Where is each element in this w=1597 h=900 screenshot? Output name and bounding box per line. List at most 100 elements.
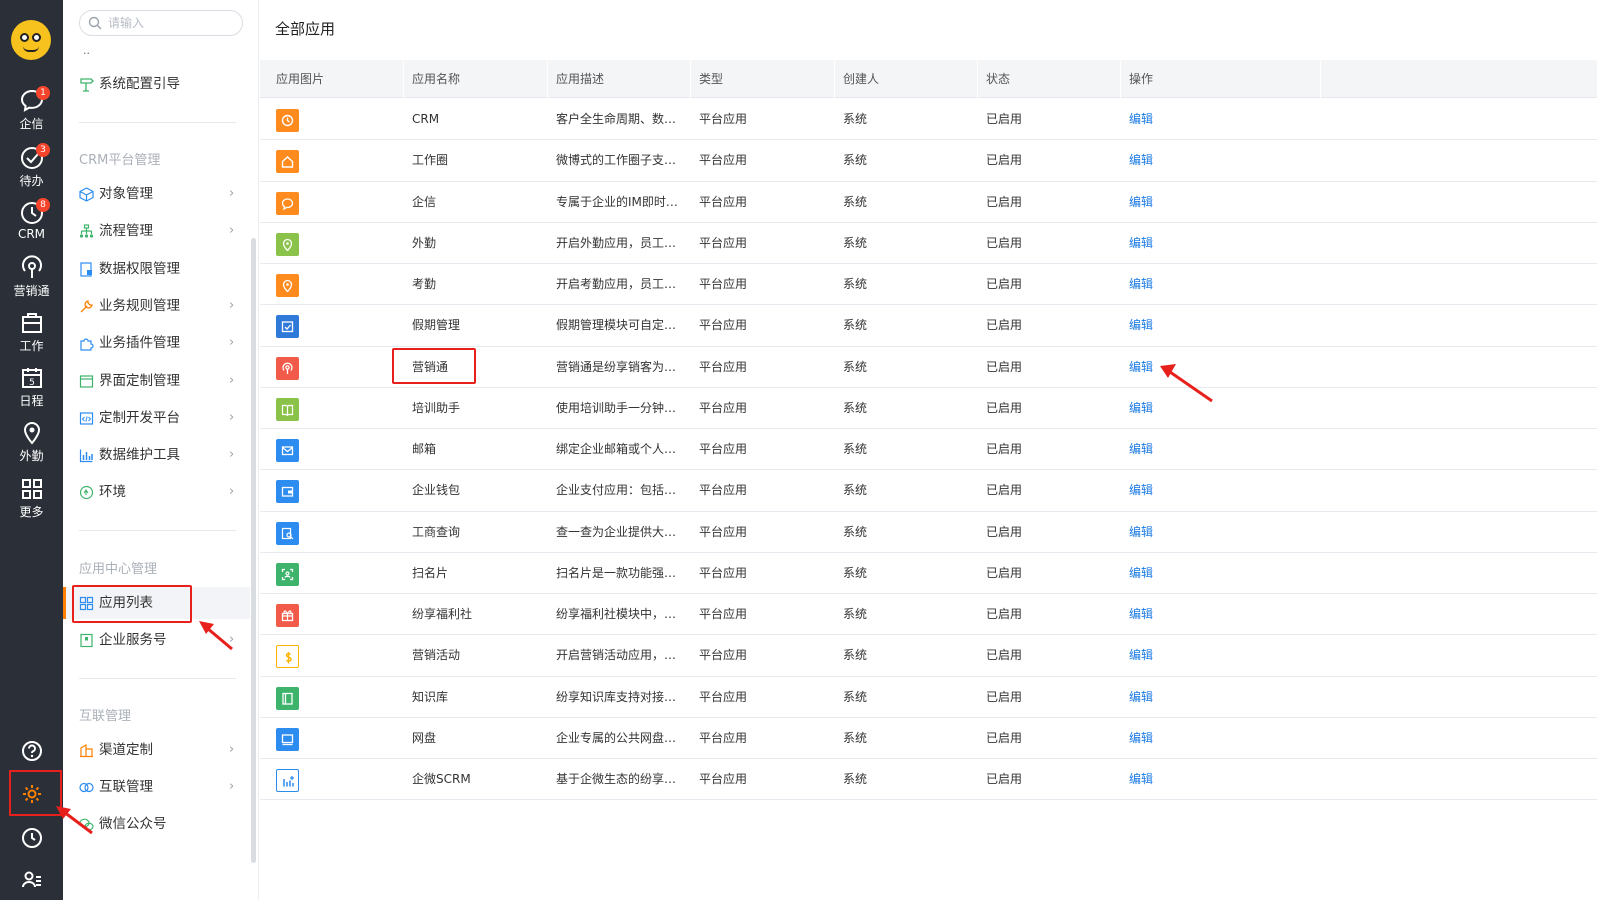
edit-link[interactable]: 编辑 [1129,429,1259,470]
rail-item-crm[interactable]: CRM 8 [0,198,63,241]
table-row[interactable]: 企信 专属于企业的IM即时… 平台应用 系统 已启用 编辑 [260,182,1597,223]
edit-link[interactable]: 编辑 [1129,223,1259,264]
history-icon [21,828,42,848]
library-icon [276,686,299,710]
rail-item-todo[interactable]: 待办 3 [0,143,63,189]
app-type-cell: 平台应用 [699,442,748,456]
menu-item-config-guide[interactable]: 系统配置引导 [63,68,250,100]
table-row[interactable]: 考勤 开启考勤应用，员工… 平台应用 系统 已启用 编辑 [260,264,1597,306]
avatar[interactable] [11,20,51,60]
table-row[interactable]: 企微SCRM 基于企微生态的纷享S… 平台应用 系统 已启用 编辑 [260,759,1597,801]
menu-item-data-maintenance[interactable]: 数据维护工具 › [63,439,250,471]
table-row[interactable]: 营销活动 开启营销活动应用，… 平台应用 系统 已启用 编辑 [260,635,1597,677]
app-name-cell: 企信 [412,194,437,209]
menu-item-channel-customization[interactable]: 渠道定制 › [63,734,250,766]
edit-link[interactable]: 编辑 [1129,182,1259,223]
table-row[interactable]: 培训助手 使用培训助手一分钟… 平台应用 系统 已启用 编辑 [260,388,1597,429]
menu-label: 企业服务号 [99,632,167,648]
menu-label: 业务规则管理 [99,298,180,314]
rail-item-messages[interactable]: 企信 1 [0,86,63,132]
creator-cell: 系统 [843,112,868,126]
menu-label: 环境 [99,484,126,500]
app-type-cell: 平台应用 [699,730,748,745]
menu-item-environment[interactable]: 环境 › [63,476,250,508]
table-row[interactable]: 扫名片 扫名片是一款功能强… 平台应用 系统 已启用 编辑 [260,553,1597,594]
rail-label: 更多 [19,505,44,519]
table-row[interactable]: 外勤 开启外勤应用，员工… 平台应用 系统 已启用 编辑 [260,223,1597,264]
creator-cell: 系统 [843,689,868,704]
app-type-cell: 平台应用 [699,400,748,415]
app-description-cell: 查一查为企业提供大… [556,524,677,539]
table-row[interactable]: CRM 客户全生命周期、数… 平台应用 系统 已启用 编辑 [260,99,1597,141]
edit-link[interactable]: 编辑 [1129,553,1259,594]
app-type-cell: 平台应用 [699,607,748,621]
rail-item-marketing[interactable]: 营销通 [0,255,63,299]
status-cell: 已启用 [986,442,1023,456]
edit-link[interactable]: 编辑 [1129,140,1259,181]
group-title-interconnect: 互联管理 [79,709,132,724]
help-button[interactable] [0,740,63,766]
mail-icon [276,439,299,462]
search-input[interactable]: 请输入 [79,10,243,36]
rail-item-work[interactable]: 工作 [0,310,63,354]
menu-item-interconnect-management[interactable]: 互联管理 › [63,771,250,803]
edit-link[interactable]: 编辑 [1129,635,1259,676]
menu-item-ui-customization[interactable]: 界面定制管理 › [63,365,250,397]
rail-item-more[interactable]: 更多 [0,476,63,520]
edit-link[interactable]: 编辑 [1129,718,1259,759]
edit-link[interactable]: 编辑 [1129,594,1259,635]
menu-item-object-management[interactable]: 对象管理 › [63,178,250,210]
table-row[interactable]: 纷享福利社 纷享福利社模块中，… 平台应用 系统 已启用 编辑 [260,594,1597,636]
rail-item-schedule[interactable]: 5 日程 [0,365,63,409]
edit-link[interactable]: 编辑 [1129,347,1259,388]
edit-link[interactable]: 编辑 [1129,305,1259,346]
edit-link[interactable]: 编辑 [1129,388,1259,429]
location-icon [276,232,299,256]
chart-plus-icon [276,769,299,792]
table-row[interactable]: 网盘 企业专属的公共网盘… 平台应用 系统 已启用 编辑 [260,718,1597,759]
table-row[interactable]: 知识库 纷享知识库支持对接… 平台应用 系统 已启用 编辑 [260,677,1597,718]
menu-item-business-plugins[interactable]: 业务插件管理 › [63,327,250,359]
column-header: 应用名称 [404,60,548,98]
rail-item-field[interactable]: 外勤 [0,420,63,464]
edit-link[interactable]: 编辑 [1129,99,1259,140]
group-title-app-center: 应用中心管理 [79,562,158,577]
app-type-cell: 平台应用 [699,194,748,209]
menu-item-business-rules[interactable]: 业务规则管理 › [63,290,250,322]
search-placeholder: 请输入 [108,16,145,30]
menu-item-data-permission[interactable]: 数据权限管理 [63,253,250,285]
flow-tree-icon [79,224,94,238]
divider [79,530,236,531]
status-cell: 已启用 [986,235,1023,250]
chevron-right-icon: › [229,298,235,313]
menu-item-flow-management[interactable]: 流程管理 › [63,215,250,247]
highlight-box-app-list [72,585,192,623]
sidebar-scrollbar[interactable] [251,238,256,863]
creator-cell: 系统 [843,607,868,621]
rail-label: CRM [17,227,46,241]
menu-item-enterprise-account[interactable]: 企业服务号 › [63,624,250,656]
cube-icon [79,187,94,202]
edit-link[interactable]: 编辑 [1129,264,1259,305]
edit-link[interactable]: 编辑 [1129,677,1259,718]
table-row[interactable]: 假期管理 假期管理模块可自定… 平台应用 系统 已启用 编辑 [260,305,1597,347]
table-row[interactable]: 工作圈 微博式的工作圈子支… 平台应用 系统 已启用 编辑 [260,140,1597,182]
table-row[interactable]: 邮箱 绑定企业邮箱或个人… 平台应用 系统 已启用 编辑 [260,429,1597,471]
app-name-cell: 考勤 [412,277,437,291]
menu-label: 系统配置引导 [99,76,180,92]
app-description-cell: 专属于企业的IM即时… [556,194,678,209]
contacts-button[interactable] [0,869,63,895]
app-description-cell: 营销通是纷享销客为… [556,359,677,374]
briefcase-icon [21,313,42,333]
menu-item-custom-dev-platform[interactable]: 定制开发平台 › [63,402,250,434]
app-type-cell: 平台应用 [699,648,748,663]
menu-item-wechat-official[interactable]: 微信公众号 [63,808,250,840]
edit-link[interactable]: 编辑 [1129,512,1259,553]
edit-link[interactable]: 编辑 [1129,470,1259,511]
code-icon [79,412,94,425]
table-row[interactable]: 企业钱包 企业支付应用：包括… 平台应用 系统 已启用 编辑 [260,470,1597,512]
history-button[interactable] [0,827,63,853]
app-type-cell: 平台应用 [699,235,748,250]
edit-link[interactable]: 编辑 [1129,759,1259,800]
table-row[interactable]: 工商查询 查一查为企业提供大… 平台应用 系统 已启用 编辑 [260,512,1597,553]
